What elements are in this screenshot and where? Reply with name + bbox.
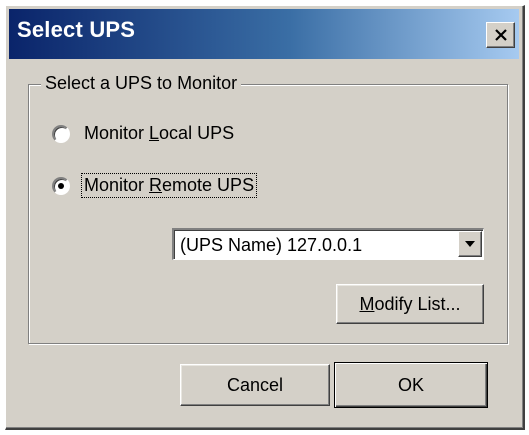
- radio-remote-label[interactable]: Monitor Remote UPS: [80, 173, 258, 198]
- modify-list-label: Modify List...: [359, 293, 461, 314]
- chevron-down-icon: [465, 241, 475, 247]
- cancel-label: Cancel: [226, 374, 284, 395]
- close-button[interactable]: [486, 22, 515, 48]
- cancel-button[interactable]: Cancel: [180, 364, 330, 406]
- radio-monitor-remote[interactable]: Monitor Remote UPS: [52, 173, 258, 198]
- ok-button[interactable]: OK: [334, 362, 488, 408]
- ups-select[interactable]: (UPS Name) 127.0.0.1: [172, 228, 484, 260]
- group-label: Select a UPS to Monitor: [41, 73, 242, 94]
- radio-monitor-local[interactable]: Monitor Local UPS: [52, 122, 236, 145]
- dropdown-button[interactable]: [458, 231, 482, 257]
- radio-remote-button[interactable]: [52, 176, 70, 195]
- window-title: Select UPS: [17, 17, 136, 42]
- ok-label: OK: [397, 374, 424, 395]
- radio-local-label[interactable]: Monitor Local UPS: [82, 122, 236, 145]
- close-icon: [494, 29, 507, 41]
- title-bar[interactable]: Select UPS: [9, 9, 519, 59]
- ups-select-value: (UPS Name) 127.0.0.1: [180, 235, 363, 255]
- radio-local-button[interactable]: [52, 124, 70, 143]
- radio-selected-dot: [58, 182, 64, 189]
- modify-list-button[interactable]: Modify List...: [336, 284, 484, 324]
